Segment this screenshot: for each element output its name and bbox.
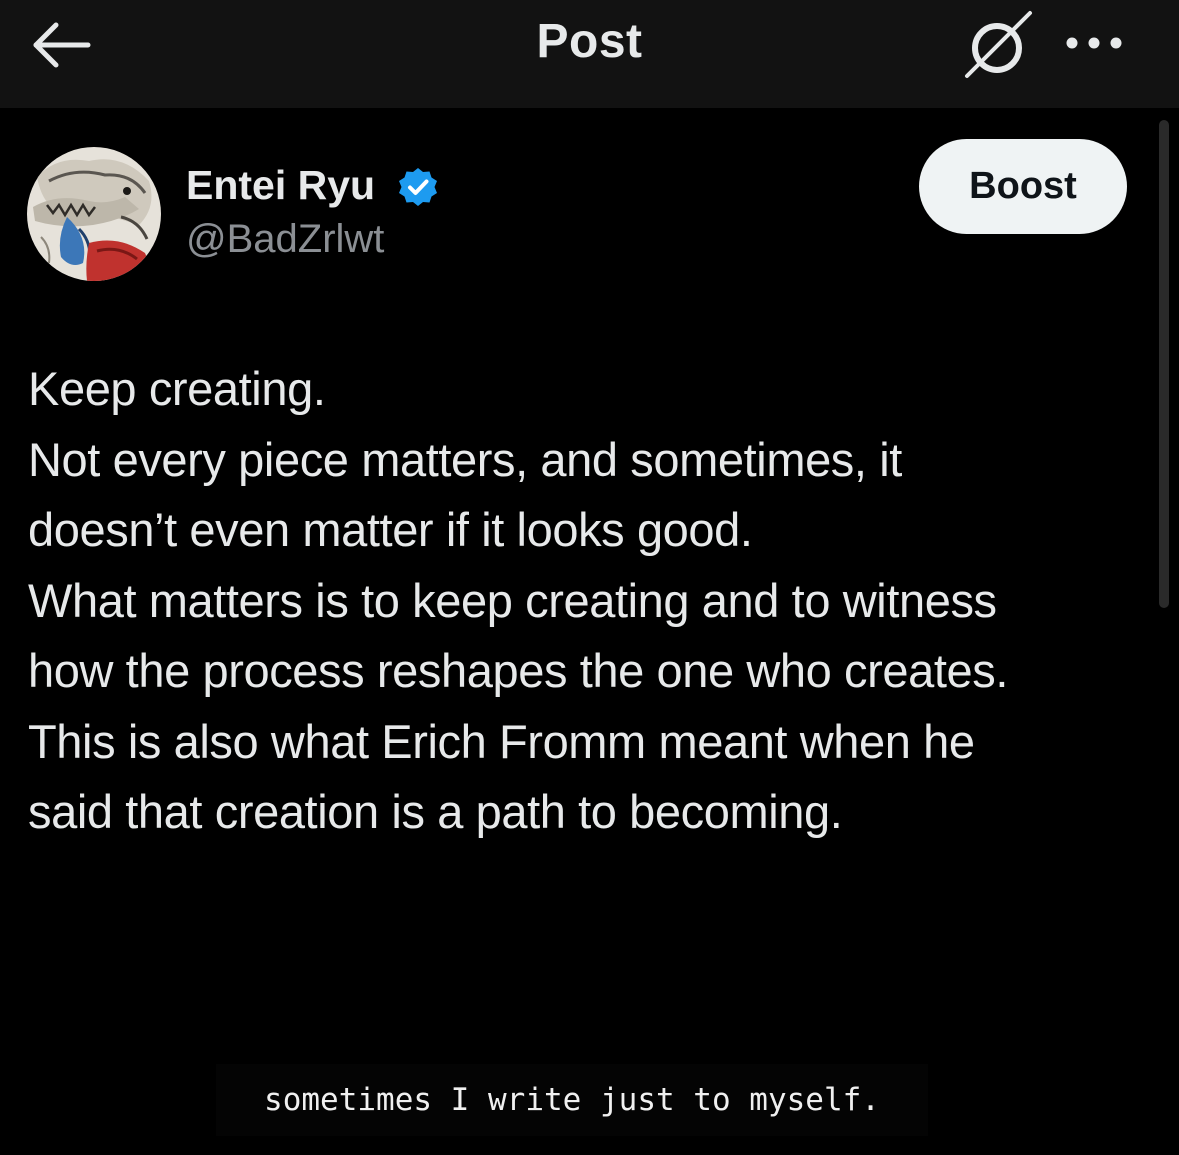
post-text-line: Not every piece matters, and sometimes, … [28,432,902,486]
top-navigation-bar: Post [0,0,1179,108]
illustrated-creature-avatar [27,147,161,281]
post-text: Keep creating. Not every piece matters, … [28,354,1138,848]
post-text-line: how the process reshapes the one who cre… [28,644,1009,697]
verified-badge-icon [399,168,437,206]
grok-slash-icon [965,11,1032,78]
more-options-button[interactable] [1062,28,1126,58]
post-text-line: said that creation is a path to becoming… [28,785,843,838]
post-text-line: This is also what Erich Fromm meant when… [28,714,975,768]
more-horizontal-icon [1066,37,1122,49]
grok-button[interactable] [960,10,1038,80]
author-display-name[interactable]: Entei Ryu [186,162,375,209]
post-text-line: What matters is to keep creating and to … [28,573,997,627]
caption-overlay: sometimes I write just to myself. [216,1064,928,1136]
scrollbar[interactable] [1159,120,1169,608]
caption-text: sometimes I write just to myself. [264,1082,880,1118]
post-text-line: doesn’t even matter if it looks good. [28,503,753,556]
author-handle[interactable]: @BadZrlwt [186,217,384,262]
post-text-line: Keep creating. [28,362,326,415]
avatar[interactable] [27,147,161,281]
boost-button[interactable]: Boost [919,139,1127,234]
